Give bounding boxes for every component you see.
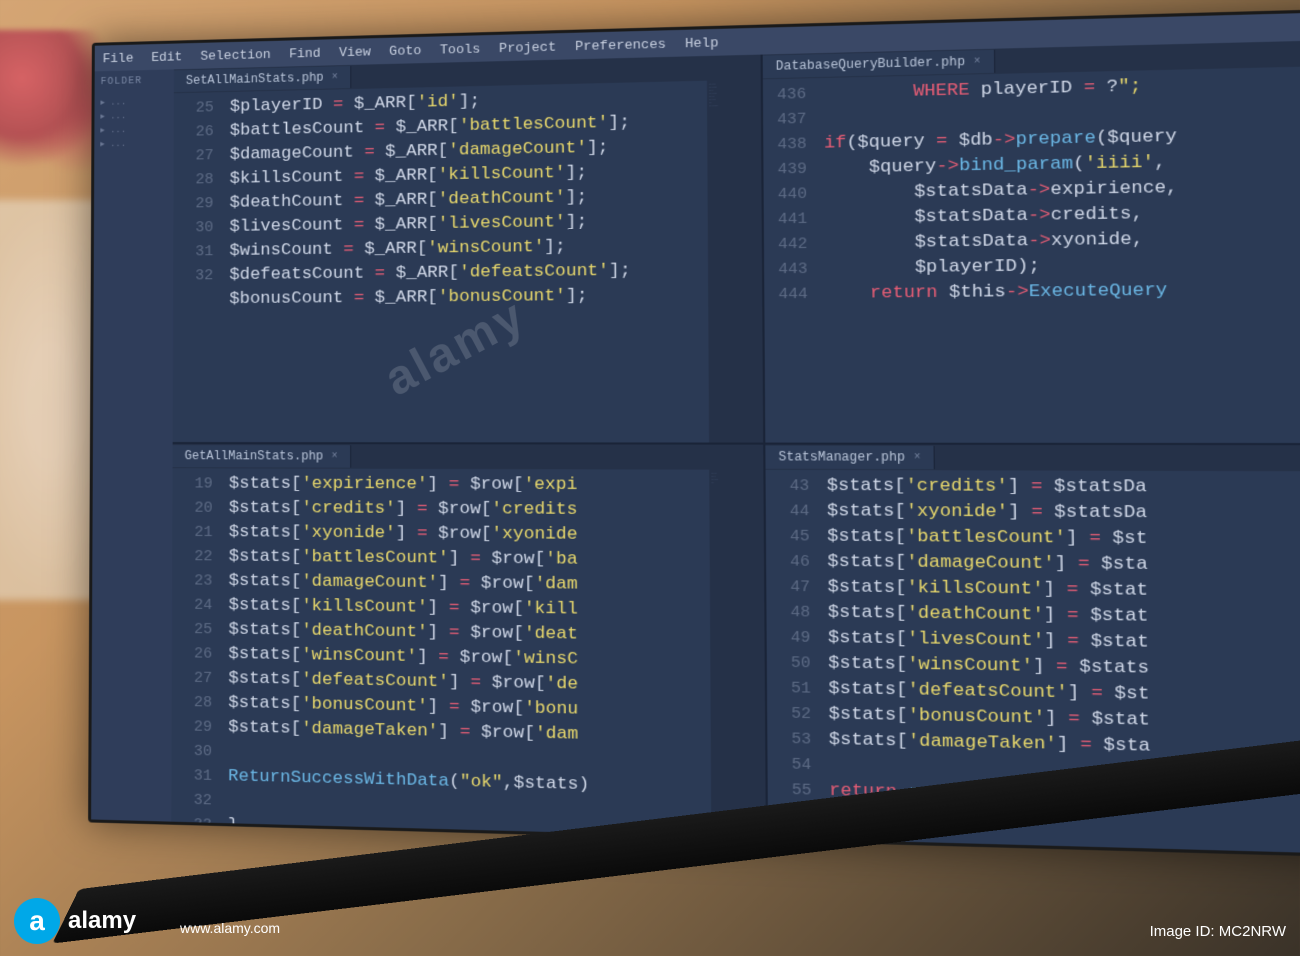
editor-body[interactable]: 25 26 27 28 29 30 31 32 $playerID = $_AR… <box>173 79 764 442</box>
line-number: 26 <box>176 642 212 667</box>
line-number: 437 <box>767 107 806 133</box>
folder-sidebar[interactable]: FOLDER ▸ ... ▸ ... ▸ ... ▸ ... <box>91 69 174 821</box>
tab-bar: StatsManager.php × <box>765 445 1300 472</box>
line-number: 24 <box>176 593 212 618</box>
line-number: 19 <box>176 472 212 496</box>
sidebar-item[interactable]: ▸ ... <box>100 122 167 137</box>
sidebar-item[interactable]: ▸ ... <box>100 136 167 151</box>
menu-find[interactable]: Find <box>289 45 321 61</box>
pane-top-right: DatabaseQueryBuilder.php × 436 437 438 4… <box>763 39 1300 444</box>
line-number: 25 <box>176 618 212 643</box>
line-number: 27 <box>176 666 212 691</box>
line-gutter: 436 437 438 439 440 441 442 443 444 <box>763 78 818 442</box>
line-number: 31 <box>177 240 213 264</box>
line-number: 52 <box>771 701 811 727</box>
line-number: 444 <box>769 282 808 307</box>
sidebar-item[interactable]: ▸ ... <box>100 108 167 123</box>
tab-getallmainstats[interactable]: GetAllMainStats.php × <box>173 445 351 468</box>
line-number: 20 <box>176 496 212 520</box>
line-number: 443 <box>768 257 807 282</box>
editor-body[interactable]: 19 20 21 22 23 24 25 26 27 28 29 30 31 3… <box>171 468 766 838</box>
menu-file[interactable]: File <box>103 50 134 66</box>
alamy-logo: a alamy <box>14 898 136 944</box>
line-number: 23 <box>176 569 212 594</box>
line-number: 31 <box>175 764 211 789</box>
pane-top-left: SetAllMainStats.php × 25 26 27 28 29 30 … <box>173 55 764 443</box>
editor-grid: SetAllMainStats.php × 25 26 27 28 29 30 … <box>171 39 1300 856</box>
close-icon[interactable]: × <box>332 451 338 462</box>
line-number: 53 <box>772 727 812 753</box>
line-number: 28 <box>176 691 212 716</box>
line-number: 44 <box>770 499 809 524</box>
line-number: 26 <box>178 120 214 145</box>
line-number: 436 <box>767 82 806 108</box>
minimap[interactable]: ▪▪▪▪▪▪▪▪▪▪▪▪▪▪▪▪▪▪▪▪▪▪▪▪▪▪▪▪▪▪▪▪▪▪▪▪▪▪ <box>707 79 763 442</box>
line-number: 54 <box>772 752 812 778</box>
alamy-icon: a <box>14 898 60 944</box>
sidebar-header: FOLDER <box>101 75 168 88</box>
menu-help[interactable]: Help <box>685 35 718 51</box>
minimap[interactable]: ▪▪▪▪▪▪▪▪▪▪▪▪▪▪ <box>709 470 766 838</box>
line-number: 33 <box>175 813 211 838</box>
menu-tools[interactable]: Tools <box>440 41 480 57</box>
line-number: 43 <box>770 474 809 499</box>
line-number: 21 <box>176 521 212 546</box>
line-number: 50 <box>771 651 811 677</box>
image-id: Image ID: MC2NRW <box>1150 923 1286 940</box>
tab-label: GetAllMainStats.php <box>185 449 324 463</box>
menu-view[interactable]: View <box>339 44 371 60</box>
line-number: 29 <box>176 715 212 740</box>
line-number: 32 <box>177 264 213 288</box>
line-number: 438 <box>768 132 807 158</box>
pane-bottom-left: GetAllMainStats.php × 19 20 21 22 23 24 … <box>171 444 766 838</box>
sidebar-item[interactable]: ▸ ... <box>100 94 167 109</box>
editor-body[interactable]: 436 437 438 439 440 441 442 443 444 WHER… <box>763 64 1300 443</box>
tab-setallmainstats[interactable]: SetAllMainStats.php × <box>174 66 351 92</box>
tab-label: StatsManager.php <box>778 450 905 465</box>
line-number: 29 <box>177 192 213 217</box>
code-area[interactable]: $playerID = $_ARR['id']; $battlesCount =… <box>221 81 709 443</box>
line-number: 32 <box>175 788 211 813</box>
line-number: 22 <box>176 545 212 570</box>
line-number: 48 <box>771 600 811 626</box>
line-number: 49 <box>771 625 811 651</box>
laptop-screen: File Edit Selection Find View Goto Tools… <box>88 7 1300 859</box>
code-area[interactable]: $stats['expirience'] = $row['expi $stats… <box>220 468 711 836</box>
alamy-brand-text: alamy <box>68 907 136 935</box>
line-gutter: 19 20 21 22 23 24 25 26 27 28 29 30 31 3… <box>171 468 220 823</box>
tab-label: SetAllMainStats.php <box>186 71 324 88</box>
line-number: 30 <box>176 739 212 764</box>
line-number: 440 <box>768 182 807 208</box>
line-number: 28 <box>177 168 213 193</box>
menu-goto[interactable]: Goto <box>389 42 421 58</box>
tab-label: DatabaseQueryBuilder.php <box>776 55 965 74</box>
line-number: 45 <box>770 524 809 550</box>
code-area[interactable]: WHERE playerID = ?"; if($query = $db->pr… <box>815 64 1300 443</box>
line-number: 30 <box>177 216 213 241</box>
menu-preferences[interactable]: Preferences <box>575 36 666 54</box>
menu-project[interactable]: Project <box>499 39 556 56</box>
close-icon[interactable]: × <box>974 56 981 68</box>
line-number: 46 <box>770 550 810 576</box>
close-icon[interactable]: × <box>332 72 338 83</box>
line-number: 27 <box>178 144 214 169</box>
line-number: 441 <box>768 207 807 233</box>
menu-selection[interactable]: Selection <box>200 46 271 63</box>
menu-edit[interactable]: Edit <box>151 49 182 65</box>
line-number: 47 <box>771 575 811 601</box>
close-icon[interactable]: × <box>914 452 921 464</box>
line-number: 25 <box>178 96 214 121</box>
line-gutter: 25 26 27 28 29 30 31 32 <box>173 92 222 442</box>
line-number: 51 <box>771 676 811 702</box>
tab-bar: GetAllMainStats.php × <box>173 444 764 470</box>
line-gutter: 43 44 45 46 47 48 49 50 51 52 53 54 55 5… <box>766 470 821 840</box>
workspace: FOLDER ▸ ... ▸ ... ▸ ... ▸ ... SetAllMai… <box>91 39 1300 856</box>
alamy-credit: www.alamy.com <box>180 920 280 936</box>
line-number: 442 <box>768 232 807 257</box>
line-number: 439 <box>768 157 807 183</box>
tab-statsmanager[interactable]: StatsManager.php × <box>765 446 935 469</box>
